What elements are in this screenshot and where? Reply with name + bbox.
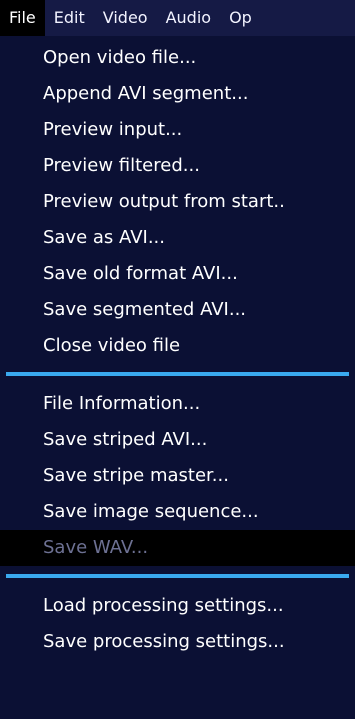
menu-item-save-segmented-avi[interactable]: Save segmented AVI... — [0, 292, 355, 328]
menu-item-save-stripe-master[interactable]: Save stripe master... — [0, 458, 355, 494]
menu-file[interactable]: File — [0, 0, 45, 36]
menu-item-preview-input[interactable]: Preview input... — [0, 112, 355, 148]
menu-separator — [6, 574, 349, 578]
menu-item-append-avi-segment[interactable]: Append AVI segment... — [0, 76, 355, 112]
menu-item-open-video-file[interactable]: Open video file... — [0, 40, 355, 76]
menu-options[interactable]: Op — [220, 0, 261, 36]
menu-item-close-video-file[interactable]: Close video file — [0, 328, 355, 364]
menu-item-save-image-sequence[interactable]: Save image sequence... — [0, 494, 355, 530]
menu-item-preview-filtered[interactable]: Preview filtered... — [0, 148, 355, 184]
menu-item-save-striped-avi[interactable]: Save striped AVI... — [0, 422, 355, 458]
menu-item-save-as-avi[interactable]: Save as AVI... — [0, 220, 355, 256]
menu-item-preview-output-from-start[interactable]: Preview output from start.. — [0, 184, 355, 220]
menu-item-file-information[interactable]: File Information... — [0, 386, 355, 422]
menu-item-save-processing-settings[interactable]: Save processing settings... — [0, 624, 355, 660]
file-menu-dropdown: Open video file... Append AVI segment...… — [0, 36, 355, 719]
menu-edit[interactable]: Edit — [45, 0, 94, 36]
menu-video[interactable]: Video — [94, 0, 157, 36]
menu-item-save-wav[interactable]: Save WAV... — [0, 530, 355, 566]
menu-separator — [6, 372, 349, 376]
menu-item-save-old-format-avi[interactable]: Save old format AVI... — [0, 256, 355, 292]
menu-bar: File Edit Video Audio Op — [0, 0, 355, 36]
menu-audio[interactable]: Audio — [157, 0, 220, 36]
menu-item-load-processing-settings[interactable]: Load processing settings... — [0, 588, 355, 624]
